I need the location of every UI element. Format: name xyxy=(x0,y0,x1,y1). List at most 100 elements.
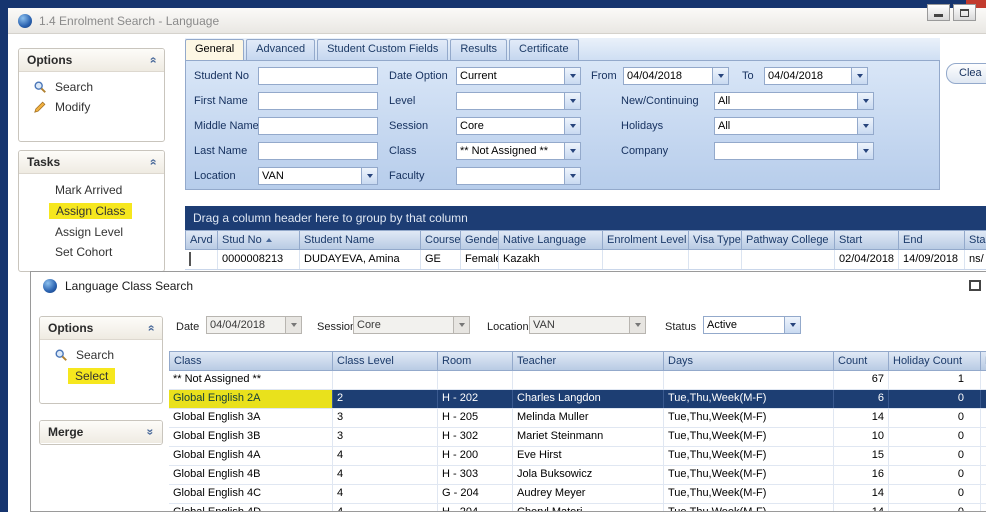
to-date-picker[interactable]: 04/04/2018 xyxy=(764,67,868,85)
dialog-merge-header[interactable]: Merge » xyxy=(40,421,162,443)
cell[interactable]: 6 xyxy=(834,390,889,408)
cell[interactable]: Melinda Muller xyxy=(513,409,664,427)
from-date-picker[interactable]: 04/04/2018 xyxy=(623,67,729,85)
cell[interactable]: 4 xyxy=(333,466,438,484)
dropdown-arrow-icon[interactable] xyxy=(857,143,873,159)
class-row[interactable]: Global English 3B 3 H - 302 Mariet Stein… xyxy=(169,428,986,447)
cell[interactable]: Tue,Thu,Week(M-F) xyxy=(664,466,834,484)
status-select[interactable]: Active xyxy=(703,316,801,334)
cell[interactable]: H - 303 xyxy=(438,466,513,484)
student-no-input[interactable] xyxy=(258,67,378,85)
cell[interactable] xyxy=(981,409,986,427)
class-row[interactable]: Global English 4D 4 H - 204 Cheryl Mater… xyxy=(169,504,986,511)
column-header-class-level[interactable]: Class Level xyxy=(333,351,438,371)
tab-results[interactable]: Results xyxy=(450,39,507,60)
middle-name-input[interactable] xyxy=(258,117,378,135)
cell[interactable]: Audrey Meyer xyxy=(513,485,664,503)
cell-pathway-college[interactable] xyxy=(742,250,835,269)
location-select[interactable]: VAN xyxy=(258,167,378,185)
dropdown-arrow-icon[interactable] xyxy=(564,68,580,84)
cell[interactable]: 16 xyxy=(834,466,889,484)
dropdown-arrow-icon[interactable] xyxy=(784,317,800,333)
new-continuing-select[interactable]: All xyxy=(714,92,874,110)
class-row[interactable]: Global English 4C 4 G - 204 Audrey Meyer… xyxy=(169,485,986,504)
cell[interactable]: 0 xyxy=(889,447,981,465)
task-mark-arrived[interactable]: Mark Arrived xyxy=(19,180,164,200)
cell-student-name[interactable]: DUDAYEVA, Amina xyxy=(300,250,421,269)
cell[interactable]: 3 xyxy=(333,409,438,427)
column-header-end[interactable]: End xyxy=(899,230,965,250)
collapse-chevron-icon[interactable]: » xyxy=(146,57,160,64)
cell[interactable]: Tue,Thu,Week(M-F) xyxy=(664,504,834,511)
column-header-course[interactable]: Course xyxy=(421,230,461,250)
task-assign-class[interactable]: Assign Class xyxy=(19,200,164,222)
cell-stud-no[interactable]: 0000008213 xyxy=(218,250,300,269)
column-header-n[interactable]: N xyxy=(981,351,986,371)
cell[interactable]: Tue,Thu,Week(M-F) xyxy=(664,409,834,427)
cell[interactable] xyxy=(438,371,513,389)
tab-certificate[interactable]: Certificate xyxy=(509,39,579,60)
cell[interactable]: 0 xyxy=(889,485,981,503)
first-name-input[interactable] xyxy=(258,92,378,110)
cell[interactable]: 10 xyxy=(834,428,889,446)
cell-end[interactable]: 14/09/2018 xyxy=(899,250,965,269)
dropdown-arrow-icon[interactable] xyxy=(564,118,580,134)
holidays-select[interactable]: All xyxy=(714,117,874,135)
dialog-options-header[interactable]: Options » xyxy=(40,317,162,340)
clear-button[interactable]: Clea xyxy=(946,63,986,84)
cell[interactable]: 15 xyxy=(834,447,889,465)
column-header-pathway-college[interactable]: Pathway College xyxy=(742,230,835,250)
column-header-room[interactable]: Room xyxy=(438,351,513,371)
cell[interactable]: ** Not Assigned ** xyxy=(169,371,333,389)
arrived-checkbox[interactable] xyxy=(189,252,191,266)
class-select[interactable]: ** Not Assigned ** xyxy=(456,142,581,160)
cell-start[interactable]: 02/04/2018 xyxy=(835,250,899,269)
cell[interactable] xyxy=(981,466,986,484)
collapse-chevron-icon[interactable]: » xyxy=(146,159,160,166)
cell[interactable]: Global English 3A xyxy=(169,409,333,427)
cell[interactable] xyxy=(333,371,438,389)
cell[interactable]: Tue,Thu,Week(M-F) xyxy=(664,390,834,408)
cell[interactable]: Global English 3B xyxy=(169,428,333,446)
cell[interactable]: Cheryl Materi xyxy=(513,504,664,511)
dropdown-arrow-icon[interactable] xyxy=(712,68,728,84)
cell[interactable]: 14 xyxy=(834,504,889,511)
cell-native-language[interactable]: Kazakh xyxy=(499,250,603,269)
dialog-titlebar[interactable]: Language Class Search xyxy=(31,272,986,300)
column-header-enrolment-level[interactable]: Enrolment Level xyxy=(603,230,689,250)
dropdown-arrow-icon[interactable] xyxy=(564,143,580,159)
column-header-visa-type[interactable]: Visa Type xyxy=(689,230,742,250)
column-header-stud-no[interactable]: Stud No xyxy=(218,230,300,250)
cell[interactable]: Global English 4B xyxy=(169,466,333,484)
column-header-teacher[interactable]: Teacher xyxy=(513,351,664,371)
column-header-native-language[interactable]: Native Language xyxy=(499,230,603,250)
cell[interactable]: Global English 4A xyxy=(169,447,333,465)
cell-course[interactable]: GE xyxy=(421,250,461,269)
tasks-panel-header[interactable]: Tasks » xyxy=(19,151,164,174)
cell[interactable] xyxy=(981,390,986,408)
class-row[interactable]: Global English 4B 4 H - 303 Jola Buksowi… xyxy=(169,466,986,485)
options-panel-header[interactable]: Options » xyxy=(19,49,164,72)
column-header-student-name[interactable]: Student Name xyxy=(300,230,421,250)
dropdown-arrow-icon[interactable] xyxy=(857,118,873,134)
cell[interactable]: 0 xyxy=(889,428,981,446)
maximize-button[interactable] xyxy=(953,4,976,21)
class-row-selected[interactable]: Global English 2A 2 H - 202 Charles Lang… xyxy=(169,390,986,409)
column-header-arvd[interactable]: Arvd xyxy=(185,230,218,250)
column-header-holiday-count[interactable]: Holiday Count xyxy=(889,351,981,371)
level-select[interactable] xyxy=(456,92,581,110)
column-header-days[interactable]: Days xyxy=(664,351,834,371)
company-select[interactable] xyxy=(714,142,874,160)
column-header-class[interactable]: Class xyxy=(169,351,333,371)
last-name-input[interactable] xyxy=(258,142,378,160)
cell[interactable]: 4 xyxy=(333,447,438,465)
cell[interactable] xyxy=(513,371,664,389)
expand-chevron-icon[interactable]: » xyxy=(144,429,158,436)
dropdown-arrow-icon[interactable] xyxy=(851,68,867,84)
cell[interactable]: 0 xyxy=(889,409,981,427)
dialog-maximize-button[interactable] xyxy=(969,280,981,291)
dropdown-arrow-icon[interactable] xyxy=(564,93,580,109)
tab-general[interactable]: General xyxy=(185,39,244,60)
dropdown-arrow-icon[interactable] xyxy=(564,168,580,184)
student-row[interactable]: 0000008213 DUDAYEVA, Amina GE Female Kaz… xyxy=(185,250,986,270)
